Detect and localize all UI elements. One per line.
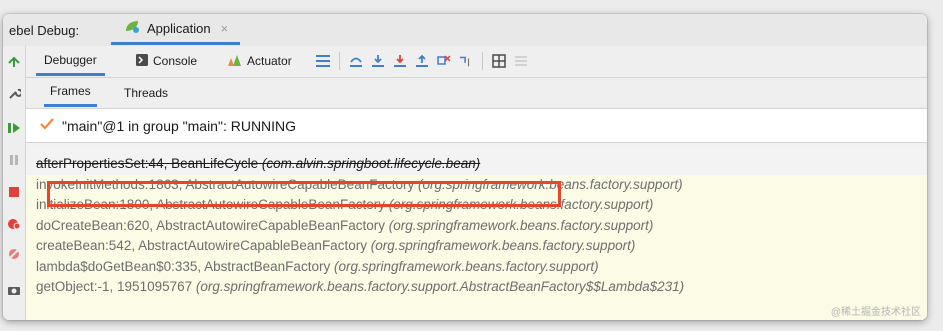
frame-package: (org.springframework.beans.factory.suppo…: [370, 238, 636, 253]
step-into-icon[interactable]: [371, 54, 385, 68]
close-icon[interactable]: ×: [221, 21, 229, 36]
frame-item[interactable]: afterPropertiesSet:44, BeanLifeCycle (co…: [26, 154, 927, 175]
frame-method: afterPropertiesSet:44, BeanLifeCycle: [36, 156, 259, 171]
thread-status: "main"@1 in group "main": RUNNING: [62, 117, 297, 134]
tab-console[interactable]: Console: [128, 46, 205, 76]
resume-icon[interactable]: [6, 120, 22, 136]
step-out-icon[interactable]: [415, 54, 429, 68]
tab-frames[interactable]: Frames: [44, 78, 97, 107]
frame-item[interactable]: createBean:542, AbstractAutowireCapableB…: [26, 236, 927, 257]
tab-application-label: Application: [147, 20, 211, 36]
wrench-icon[interactable]: [6, 86, 22, 102]
pause-icon[interactable]: [6, 152, 22, 168]
watermark: @稀土掘金技术社区: [830, 307, 921, 318]
tab-threads-label: Threads: [124, 85, 169, 100]
frame-item[interactable]: getObject:-1, 1951095767 (org.springfram…: [26, 277, 927, 298]
hamburger-menu-icon[interactable]: [316, 54, 330, 68]
toolbar-separator: [339, 52, 340, 70]
frame-package: (org.springframework.beans.factory.suppo…: [333, 258, 599, 274]
tab-debugger[interactable]: Debugger: [36, 46, 105, 76]
stop-icon[interactable]: [6, 184, 22, 200]
drop-frame-icon[interactable]: [437, 54, 451, 68]
trace-icon[interactable]: [514, 54, 528, 68]
tab-application[interactable]: Application ×: [111, 14, 241, 45]
frame-method: getObject:-1, 1951095767: [36, 279, 193, 294]
tab-threads[interactable]: Threads: [118, 78, 174, 107]
camera-icon[interactable]: [6, 282, 22, 298]
evaluate-expression-icon[interactable]: [492, 54, 506, 68]
force-step-into-icon[interactable]: [393, 54, 407, 68]
frame-package: (org.springframework.beans.factory.suppo…: [195, 279, 685, 294]
frame-method: invokeInitMethods:1863, AbstractAutowire…: [36, 176, 415, 192]
run-to-cursor-icon[interactable]: [459, 54, 473, 68]
spring-leaf-icon: [123, 19, 141, 38]
thread-selector[interactable]: "main"@1 in group "main": RUNNING: [26, 109, 927, 143]
tab-debugger-label: Debugger: [44, 52, 97, 67]
frame-item[interactable]: lambda$doGetBean$0:335, AbstractBeanFact…: [26, 257, 927, 278]
frame-package: (org.springframework.beans.factory.suppo…: [388, 217, 654, 233]
check-icon: [40, 117, 54, 135]
frame-item[interactable]: doCreateBean:620, AbstractAutowireCapabl…: [26, 216, 927, 237]
frame-item[interactable]: initializeBean:1800, AbstractAutowireCap…: [26, 195, 927, 216]
frame-package: (org.springframework.beans.factory.suppo…: [417, 176, 683, 192]
tab-actuator[interactable]: Actuator: [218, 46, 300, 76]
step-over-icon[interactable]: [349, 54, 363, 68]
frames-list-top-strip: [26, 148, 927, 154]
frame-package: (org.springframework.beans.factory.suppo…: [388, 197, 654, 212]
frame-item[interactable]: invokeInitMethods:1863, AbstractAutowire…: [26, 175, 927, 196]
mute-breakpoints-icon[interactable]: [6, 246, 22, 262]
tab-actuator-label: Actuator: [247, 54, 292, 68]
frame-method: doCreateBean:620, AbstractAutowireCapabl…: [36, 217, 385, 233]
rerun-icon[interactable]: [6, 54, 22, 70]
tool-window-header: ebel Debug: Application ×: [3, 14, 927, 47]
toolbar-separator: [482, 52, 483, 70]
left-action-gutter: [3, 46, 26, 320]
actuator-icon: [226, 53, 242, 70]
view-breakpoints-icon[interactable]: [6, 216, 22, 232]
frame-method: initializeBean:1800, AbstractAutowireCap…: [36, 197, 385, 212]
debug-tool-window: ebel Debug: Application × Debugger Conso…: [3, 14, 927, 320]
tab-frames-label: Frames: [50, 84, 91, 98]
frames-list: afterPropertiesSet:44, BeanLifeCycle (co…: [26, 148, 927, 320]
tool-window-title: ebel Debug:: [9, 23, 80, 38]
frames-threads-tabs: Frames Threads: [26, 78, 927, 109]
frame-method: lambda$doGetBean$0:335, AbstractBeanFact…: [36, 258, 331, 274]
debugger-toolbar: Debugger Console Actuator: [26, 46, 927, 78]
frame-method: createBean:542, AbstractAutowireCapableB…: [36, 238, 367, 253]
frame-package: (com.alvin.springboot.lifecycle.bean): [261, 156, 481, 171]
console-icon: [136, 53, 148, 69]
tab-console-label: Console: [153, 54, 198, 68]
